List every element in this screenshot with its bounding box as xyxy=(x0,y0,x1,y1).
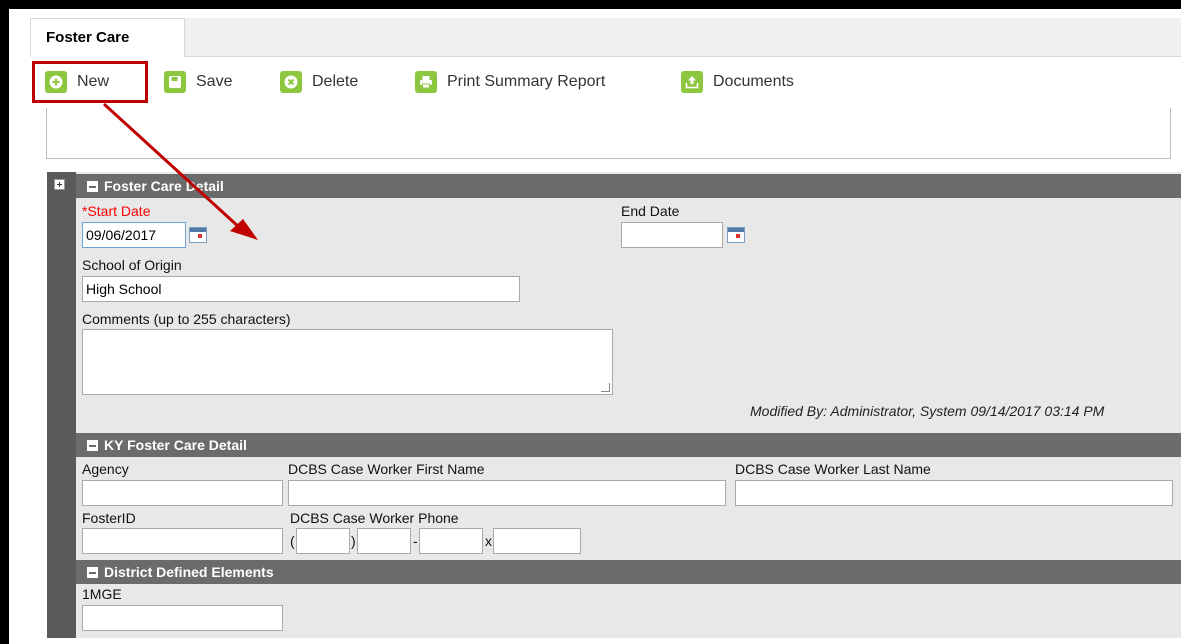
annotation-arrow xyxy=(102,102,258,240)
